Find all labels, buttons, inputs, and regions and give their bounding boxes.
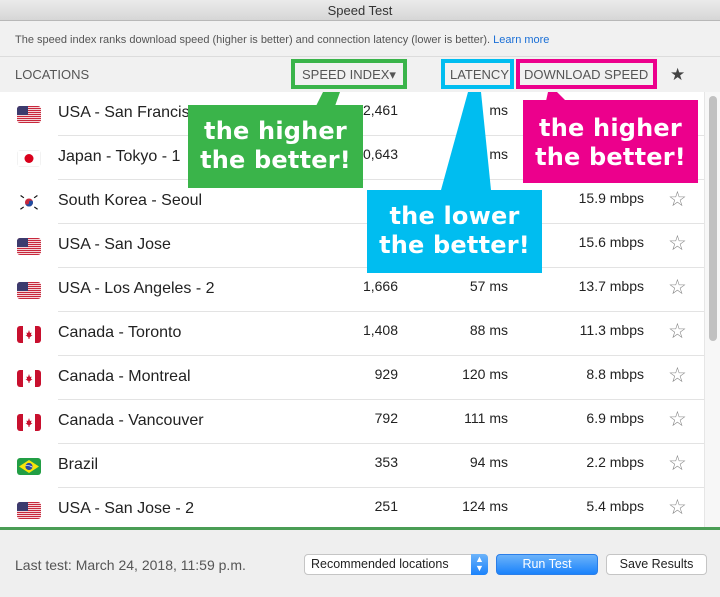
favorite-star-icon[interactable]: ☆ [668,276,687,300]
download-speed-value: 15.9 mbps [578,190,644,206]
location-name: USA - San Jose [58,236,171,253]
download-speed-value: 2.2 mbps [586,454,644,470]
speed-index-value: 0,643 [362,146,398,162]
flag-kr-icon [17,194,41,211]
column-latency[interactable]: LATENCY [441,59,514,89]
favorite-star-icon[interactable]: ☆ [668,364,687,388]
latency-value: ms [489,146,508,162]
callout-download: the higher the better! [523,100,698,183]
download-speed-value: 15.6 mbps [578,234,644,250]
location-row[interactable]: Brazil 353 94 ms 2.2 mbps ☆ [0,444,704,488]
favorites-star-icon[interactable]: ★ [670,57,685,92]
column-locations[interactable]: LOCATIONS [15,57,89,92]
latency-value: 88 ms [469,322,508,338]
callout-download-line1: the higher [539,114,682,142]
favorite-star-icon[interactable]: ☆ [668,452,687,476]
latency-value: ms [489,102,508,118]
location-row[interactable]: USA - Los Angeles - 2 1,666 57 ms 13.7 mbps… [0,268,704,312]
favorite-star-icon[interactable]: ☆ [668,232,687,256]
flag-ca-icon [17,414,41,431]
last-test-label: Last test: March 24, 2018, 11:59 p.m. [15,557,246,573]
speed-index-value: 1,408 [362,322,398,338]
callout-latency: the lower the better! [367,190,542,273]
callout-speed-index-line2: the better! [200,146,351,174]
speed-index-value: 929 [374,366,398,382]
learn-more-link[interactable]: Learn more [493,34,549,46]
window-title: Speed Test [327,3,393,18]
location-row[interactable]: USA - San Jose315.6 mbps☆ [0,224,704,268]
speed-index-value: 353 [374,454,398,470]
footer: Last test: March 24, 2018, 11:59 p.m. Re… [0,530,720,597]
speed-index-value: 2,461 [362,102,398,118]
info-text: The speed index ranks download speed (hi… [15,34,491,46]
callout-speed-index: the higher the better! [188,105,363,188]
column-download-speed[interactable]: DOWNLOAD SPEED [516,59,657,89]
flag-us-icon [17,238,41,255]
location-name: Canada - Montreal [58,368,191,385]
location-name: Canada - Vancouver [58,412,204,429]
location-name: USA - San Jose - 2 [58,500,195,517]
download-speed-value: 6.9 mbps [586,410,644,426]
speed-index-value: 1,666 [362,278,398,294]
location-name: USA - Los Angeles - 2 [58,280,215,297]
callout-speed-index-line1: the higher [204,117,347,145]
favorite-star-icon[interactable]: ☆ [668,320,687,344]
latency-value: 124 ms [462,498,508,514]
flag-us-icon [17,106,41,123]
location-select-value: Recommended locations [311,557,449,571]
location-select[interactable]: Recommended locations ▲ ▼ [304,554,488,575]
latency-value: 120 ms [462,366,508,382]
location-name: USA - San Francisco [58,104,207,121]
location-name: Canada - Toronto [58,324,182,341]
download-speed-value: 8.8 mbps [586,366,644,382]
column-speed-index-label: SPEED INDEX [302,67,390,82]
download-speed-value: 5.4 mbps [586,498,644,514]
favorite-star-icon[interactable]: ☆ [668,408,687,432]
flag-us-icon [17,502,41,519]
flag-us-icon [17,282,41,299]
callout-download-line2: the better! [535,143,686,171]
latency-value: 94 ms [469,454,508,470]
window-title-bar: Speed Test [0,0,720,21]
callout-latency-line2: the better! [379,231,530,259]
latency-value: 57 ms [469,278,508,294]
location-row[interactable]: USA - San Jose - 2 251 124 ms 5.4 mbps ☆ [0,488,704,528]
download-speed-value: 11.3 mbps [579,322,644,338]
flag-br-icon [17,458,41,475]
favorite-star-icon[interactable]: ☆ [668,496,687,520]
column-speed-index[interactable]: SPEED INDEX▾ [291,59,407,89]
download-speed-value: 13.7 mbps [578,278,644,294]
sort-descending-icon: ▾ [389,67,396,82]
callout-latency-line1: the lower [389,202,520,230]
speed-index-value: 251 [374,498,398,514]
location-row[interactable]: Canada - Toronto 1,408 88 ms 11.3 mbps ☆ [0,312,704,356]
location-name: Japan - Tokyo - 1 [58,148,181,165]
column-header: LOCATIONS SPEED INDEX▾ LATENCY DOWNLOAD … [0,57,720,92]
chevron-up-down-icon: ▲ ▼ [471,554,488,575]
flag-jp-icon [17,150,41,167]
latency-value: 111 ms [464,410,508,426]
speed-index-value: 792 [374,410,398,426]
flag-ca-icon [17,370,41,387]
save-results-button[interactable]: Save Results [606,554,707,575]
location-row[interactable]: Canada - Montreal 929 120 ms 8.8 mbps ☆ [0,356,704,400]
run-test-button[interactable]: Run Test [496,554,598,575]
location-name: South Korea - Seoul [58,192,203,209]
flag-ca-icon [17,326,41,343]
info-banner: The speed index ranks download speed (hi… [0,21,720,57]
location-row[interactable]: Canada - Vancouver 792 111 ms 6.9 mbps ☆ [0,400,704,444]
scrollbar[interactable] [704,92,720,528]
scrollbar-thumb[interactable] [709,96,717,341]
favorite-star-icon[interactable]: ☆ [668,188,687,212]
location-name: Brazil [58,456,99,473]
